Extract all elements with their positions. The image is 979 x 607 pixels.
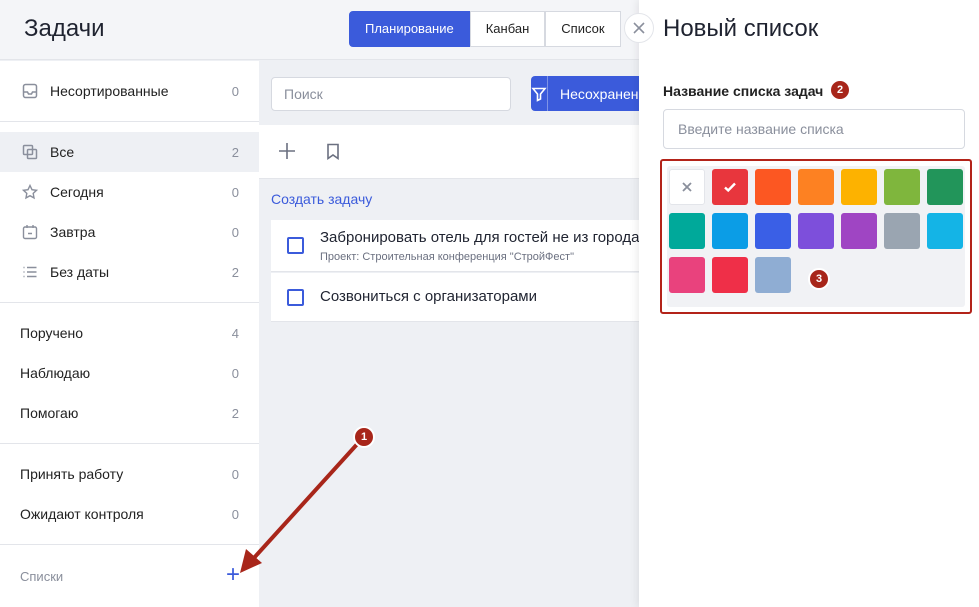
color-swatch[interactable] [755,213,791,249]
color-swatch[interactable] [669,213,705,249]
sidebar-item-label: Сегодня [50,184,104,200]
color-swatch[interactable] [712,169,748,205]
filter-button[interactable]: Несохраненный фильтр [531,76,651,111]
color-swatch-none[interactable] [669,169,705,205]
color-swatch[interactable] [927,169,963,205]
task-project: Проект: Строительная конференция "СтройФ… [320,251,574,263]
annotation-badge-2: 2 [829,79,851,101]
color-swatch[interactable] [841,213,877,249]
task-title[interactable]: Забронировать отель для гостей не из гор… [320,229,640,246]
filter-icon [531,76,548,111]
sidebar-item-label: Все [50,144,75,160]
task-checkbox[interactable] [287,289,304,306]
sidebar-item-assigned[interactable]: Поручено 4 [0,313,259,353]
sidebar-item-label: Несортированные [50,83,169,99]
color-swatch[interactable] [884,213,920,249]
list-name-label: Название списка задач [663,83,824,99]
color-swatch[interactable] [798,169,834,205]
sidebar-item-count: 0 [231,466,239,482]
calendar-icon [20,224,40,240]
task-card[interactable]: Забронировать отель для гостей не из гор… [271,220,651,272]
divider [0,121,259,122]
close-icon [682,182,692,192]
filter-label: Несохраненный фильтр [560,85,651,102]
bookmark-icon[interactable] [321,139,345,163]
add-task-icon[interactable] [275,139,299,163]
divider [0,302,259,303]
sidebar-item-helping[interactable]: Помогаю 2 [0,393,259,433]
sidebar-item-accept-work[interactable]: Принять работу 0 [0,454,259,494]
tab-kanban[interactable]: Канбан [469,11,546,47]
sidebar-item-watching[interactable]: Наблюдаю 0 [0,353,259,393]
color-swatch[interactable] [669,257,705,293]
add-list-button[interactable]: + [226,563,240,587]
color-swatch[interactable] [884,169,920,205]
color-swatch[interactable] [927,213,963,249]
sidebar-item-count: 0 [231,184,239,200]
task-checkbox[interactable] [287,237,304,254]
divider [0,443,259,444]
tab-planning[interactable]: Планирование [349,11,470,47]
sidebar-item-count: 2 [231,264,239,280]
color-swatch[interactable] [712,257,748,293]
new-list-panel: Новый список Название списка задач 2 3 [639,0,979,607]
task-card[interactable]: Созвониться с организаторами [271,273,651,322]
sidebar-item-today[interactable]: Сегодня 0 [0,172,259,212]
sidebar-item-tomorrow[interactable]: Завтра 0 [0,212,259,252]
sidebar-item-awaiting-control[interactable]: Ожидают контроля 0 [0,494,259,534]
search-input[interactable] [271,77,511,111]
close-panel-button[interactable] [624,13,654,43]
star-icon [20,184,40,200]
sidebar-item-label: Принять работу [20,466,124,482]
color-picker-highlight [660,159,972,314]
sidebar-item-count: 0 [231,83,239,99]
sidebar-item-label: Поручено [20,325,84,341]
sidebar-item-all[interactable]: Все 2 [0,132,259,172]
sidebar: Несортированные 0 Все 2 Сегодня 0 Завтра… [0,61,259,607]
view-tabs: Планирование Канбан Список [349,11,621,47]
copy-icon [20,144,40,160]
annotation-badge-3: 3 [808,268,830,290]
sidebar-item-count: 0 [231,506,239,522]
main-content: Несохраненный фильтр Создать задачу Забр… [259,61,651,607]
sidebar-item-count: 0 [231,224,239,240]
check-icon [724,182,736,193]
color-swatch[interactable] [755,169,791,205]
divider [0,544,259,545]
sidebar-item-label: Помогаю [20,405,79,421]
list-name-input[interactable] [663,109,965,149]
close-icon [633,22,645,34]
color-swatch[interactable] [755,257,791,293]
color-swatch[interactable] [712,213,748,249]
sidebar-item-label: Без даты [50,264,110,280]
inbox-icon [20,83,40,99]
panel-title: Новый список [663,15,819,42]
color-swatch[interactable] [841,169,877,205]
sidebar-item-count: 0 [231,365,239,381]
annotation-badge-1: 1 [353,426,375,448]
color-swatch[interactable] [798,213,834,249]
task-title[interactable]: Созвониться с организаторами [320,288,537,305]
sidebar-item-unsorted[interactable]: Несортированные 0 [0,71,259,111]
sidebar-item-count: 2 [231,144,239,160]
task-toolbar [259,125,639,179]
sidebar-item-count: 2 [231,405,239,421]
sidebar-item-label: Наблюдаю [20,365,91,381]
lists-section-label: Списки [20,569,64,584]
sidebar-item-no-date[interactable]: Без даты 2 [0,252,259,292]
page-title: Задачи [24,15,105,42]
sidebar-item-count: 4 [231,325,239,341]
list-icon [20,264,40,280]
sidebar-item-label: Ожидают контроля [20,506,144,522]
sidebar-item-label: Завтра [50,224,96,240]
create-task-link[interactable]: Создать задачу [271,191,372,207]
tab-list[interactable]: Список [545,11,621,47]
